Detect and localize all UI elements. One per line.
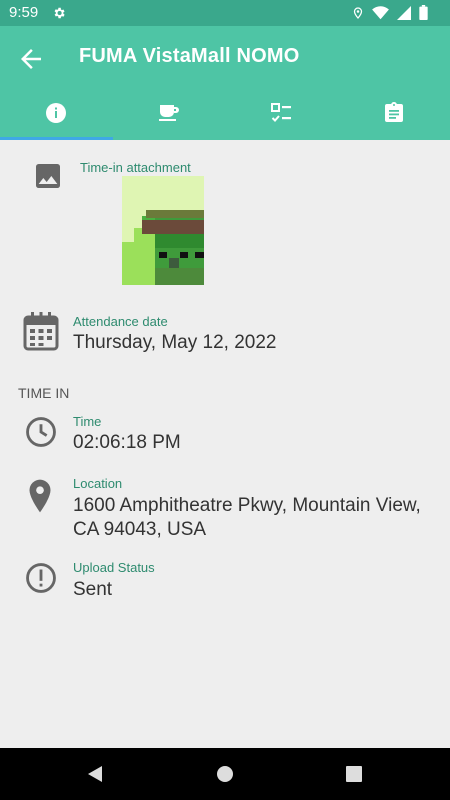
location-pin-icon xyxy=(26,478,54,519)
calendar-icon xyxy=(23,311,59,356)
system-nav-bar xyxy=(0,748,450,800)
page-title: FUMA VistaMall NOMO xyxy=(79,45,300,67)
clipboard-icon xyxy=(382,101,406,130)
attachment-label: Time-in attachment xyxy=(80,160,191,175)
back-arrow-icon[interactable] xyxy=(16,44,46,74)
attachment-thumbnail[interactable] xyxy=(122,176,204,285)
nav-back-icon[interactable] xyxy=(86,765,104,788)
checklist-icon xyxy=(269,101,293,130)
location-pin-icon xyxy=(352,6,364,25)
settings-gear-icon xyxy=(52,6,66,25)
nav-home-icon[interactable] xyxy=(216,765,234,788)
upload-status-value: Sent xyxy=(73,579,113,600)
app-bar: FUMA VistaMall NOMO xyxy=(0,26,450,90)
alert-circle-icon xyxy=(24,561,58,600)
attendance-date-label: Attendance date xyxy=(73,314,168,329)
status-time: 9:59 xyxy=(9,4,39,21)
tab-break[interactable] xyxy=(113,90,226,140)
tab-checklist[interactable] xyxy=(225,90,338,140)
clock-icon xyxy=(24,415,58,454)
time-label: Time xyxy=(73,414,102,429)
coffee-icon xyxy=(157,101,181,130)
image-icon xyxy=(32,160,64,197)
signal-icon xyxy=(397,5,411,25)
section-title: TIME IN xyxy=(18,385,70,401)
attendance-date-value: Thursday, May 12, 2022 xyxy=(73,332,277,353)
nav-recents-icon[interactable] xyxy=(346,766,362,787)
location-value: 1600 Amphitheatre Pkwy, Mountain View, C… xyxy=(73,495,421,540)
tab-assignment[interactable] xyxy=(338,90,450,140)
time-value: 02:06:18 PM xyxy=(73,432,181,453)
wifi-icon xyxy=(372,5,389,25)
location-label: Location xyxy=(73,476,123,491)
info-icon xyxy=(44,101,68,130)
upload-status-label: Upload Status xyxy=(73,560,155,575)
status-bar: 9:59 xyxy=(0,0,450,26)
tab-bar xyxy=(0,90,450,140)
battery-icon xyxy=(419,5,428,25)
tab-info[interactable] xyxy=(0,90,113,140)
detail-content: Time-in attachment Attendance date Thurs… xyxy=(0,140,450,748)
